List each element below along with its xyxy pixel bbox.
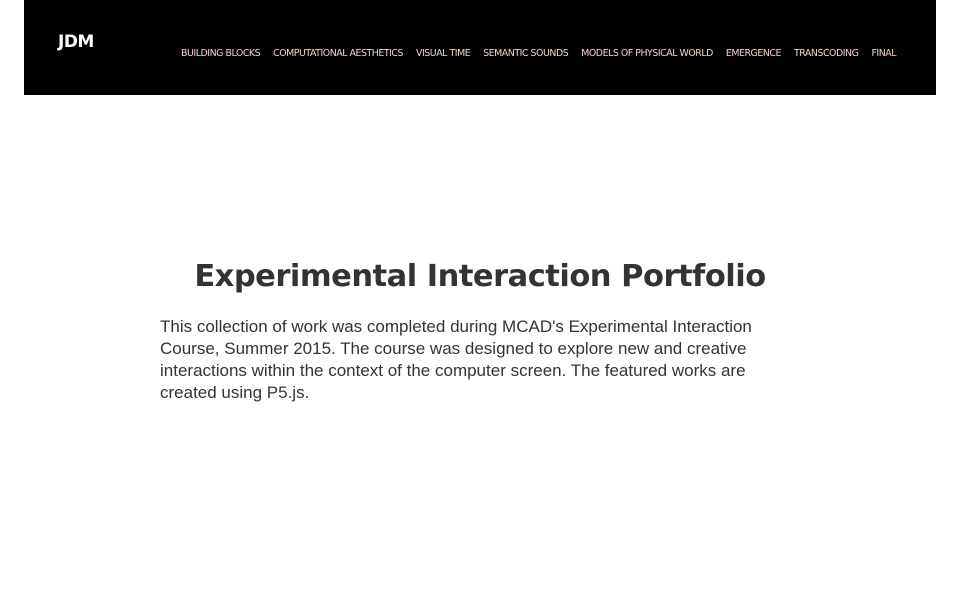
nav-link-emergence[interactable]: EMERGENCE xyxy=(726,48,782,59)
nav-link-models-of-physical-world[interactable]: MODELS OF PHYSICAL WORLD xyxy=(581,48,713,59)
intro-paragraph: This collection of work was completed du… xyxy=(160,317,752,402)
nav-menu: BUILDING BLOCKS COMPUTATIONAL AESTHETICS… xyxy=(181,41,896,60)
top-navbar: JDM BUILDING BLOCKS COMPUTATIONAL AESTHE… xyxy=(24,0,936,95)
nav-link-transcoding[interactable]: TRANSCODING xyxy=(794,48,859,59)
nav-item-visual-time: VISUAL TIME xyxy=(416,41,471,60)
nav-item-transcoding: TRANSCODING xyxy=(794,41,859,60)
nav-link-final[interactable]: FINAL xyxy=(871,48,896,59)
nav-link-semantic-sounds[interactable]: SEMANTIC SOUNDS xyxy=(483,48,568,59)
nav-item-semantic-sounds: SEMANTIC SOUNDS xyxy=(483,41,568,60)
nav-item-emergence: EMERGENCE xyxy=(726,41,782,60)
main-content: Experimental Interaction Portfolio This … xyxy=(0,253,960,404)
page-title: Experimental Interaction Portfolio xyxy=(194,259,766,294)
nav-link-building-blocks[interactable]: BUILDING BLOCKS xyxy=(181,48,261,59)
site-logo[interactable]: JDM xyxy=(58,32,94,52)
nav-item-building-blocks: BUILDING BLOCKS xyxy=(181,41,261,60)
nav-link-visual-time[interactable]: VISUAL TIME xyxy=(416,48,471,59)
nav-item-final: FINAL xyxy=(871,41,896,60)
nav-item-computational-aesthetics: COMPUTATIONAL AESTHETICS xyxy=(273,41,403,60)
nav-item-models-of-physical-world: MODELS OF PHYSICAL WORLD xyxy=(581,41,713,60)
nav-link-computational-aesthetics[interactable]: COMPUTATIONAL AESTHETICS xyxy=(273,48,403,59)
